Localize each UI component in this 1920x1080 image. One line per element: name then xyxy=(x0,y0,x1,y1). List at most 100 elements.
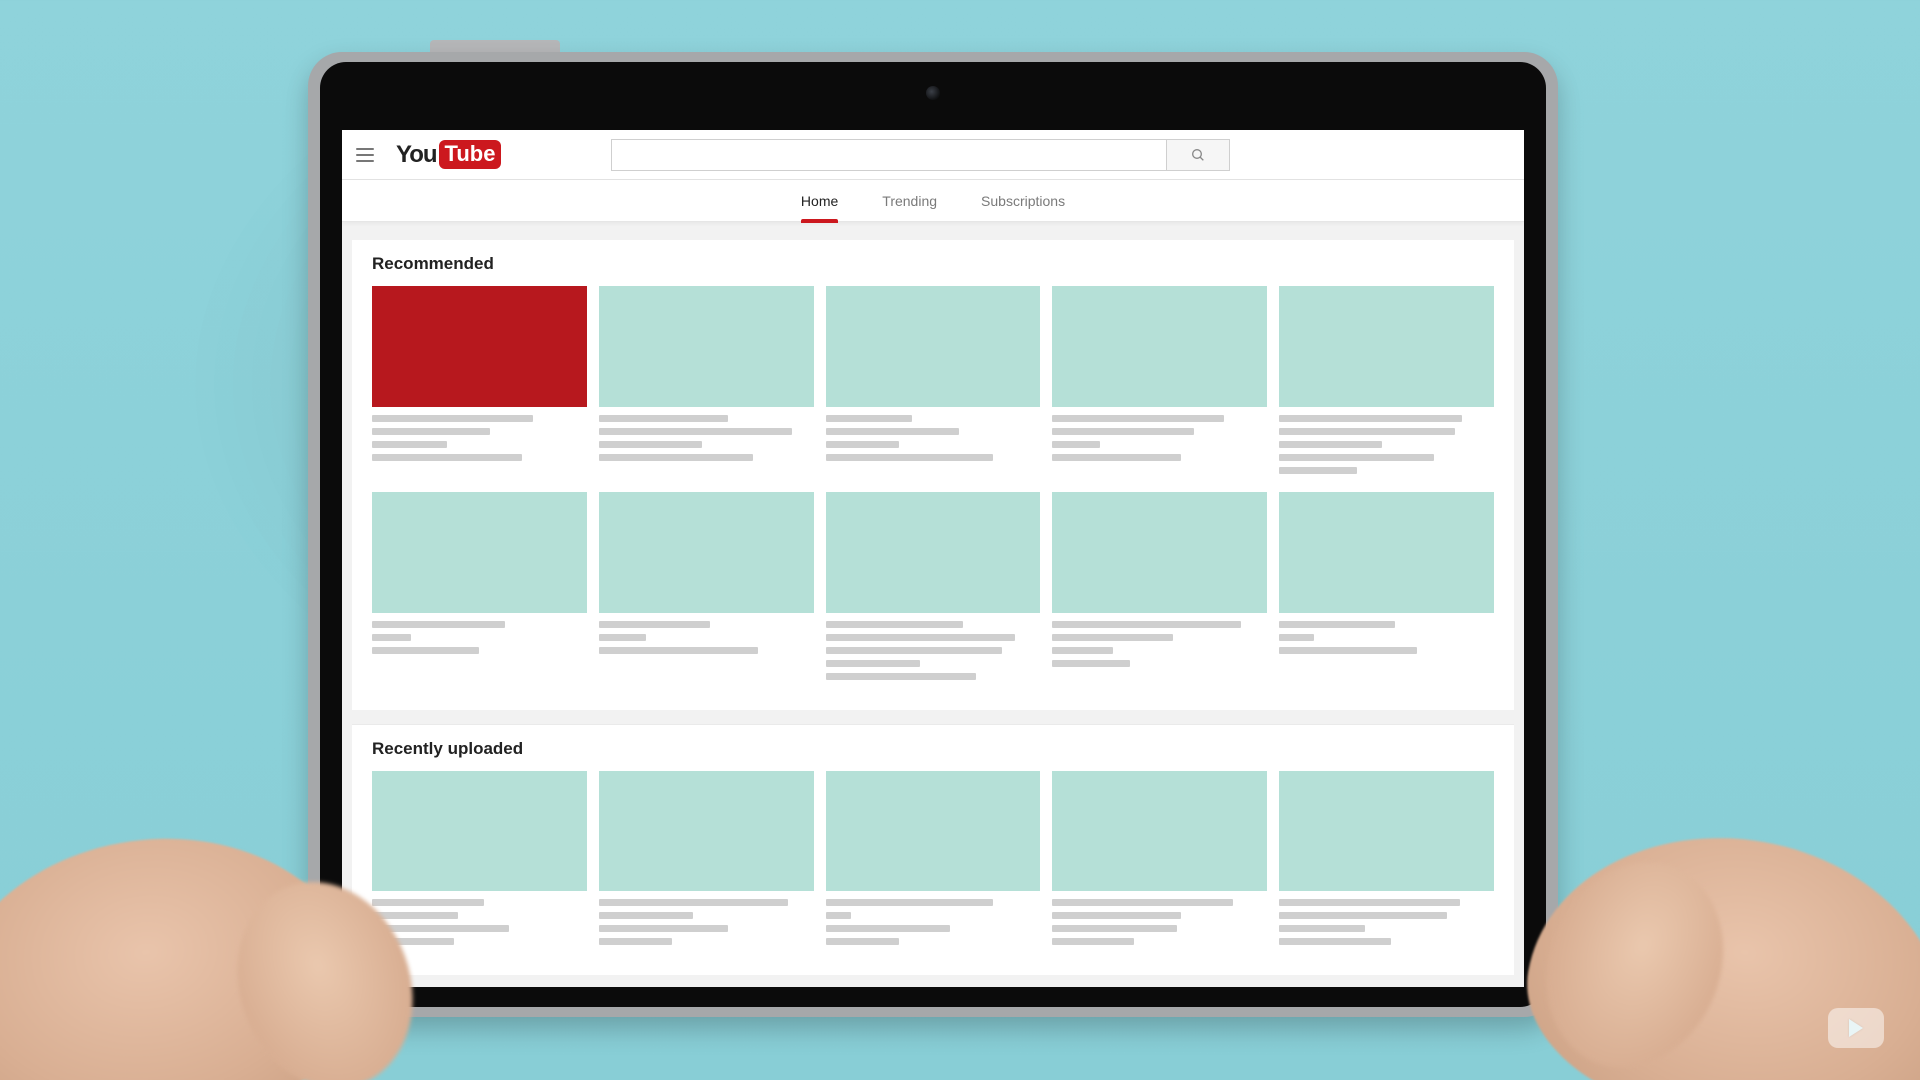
placeholder-line xyxy=(599,634,646,641)
menu-button[interactable] xyxy=(356,143,380,167)
feed[interactable]: Recommended Recently uploaded xyxy=(342,222,1524,987)
play-icon xyxy=(1849,1019,1863,1037)
app-viewport: You Tube Home xyxy=(342,130,1524,987)
tablet-bezel: You Tube Home xyxy=(320,62,1546,1007)
video-card[interactable] xyxy=(1052,492,1267,680)
video-thumbnail[interactable] xyxy=(1279,286,1494,407)
video-card[interactable] xyxy=(372,771,587,946)
video-meta-placeholder xyxy=(1052,415,1267,461)
placeholder-line xyxy=(1052,454,1181,461)
video-card[interactable] xyxy=(826,492,1041,680)
placeholder-line xyxy=(826,441,899,448)
video-thumbnail[interactable] xyxy=(826,771,1041,892)
video-thumbnail[interactable] xyxy=(826,492,1041,613)
search-input[interactable] xyxy=(611,139,1166,171)
logo-you: You xyxy=(396,141,437,169)
video-thumbnail[interactable] xyxy=(1052,771,1267,892)
video-thumbnail[interactable] xyxy=(599,286,814,407)
placeholder-line xyxy=(1279,647,1416,654)
placeholder-line xyxy=(826,938,899,945)
placeholder-line xyxy=(372,647,479,654)
tab-subscriptions[interactable]: Subscriptions xyxy=(981,180,1065,222)
video-thumbnail[interactable] xyxy=(1279,492,1494,613)
placeholder-line xyxy=(1279,938,1391,945)
video-thumbnail[interactable] xyxy=(372,771,587,892)
placeholder-line xyxy=(1052,428,1194,435)
recommended-row-1 xyxy=(372,286,1494,474)
section-recently-uploaded: Recently uploaded xyxy=(352,724,1514,976)
placeholder-line xyxy=(1052,938,1134,945)
youtube-watermark xyxy=(1828,1008,1884,1048)
placeholder-line xyxy=(372,912,458,919)
video-thumbnail[interactable] xyxy=(1279,771,1494,892)
tablet-device: You Tube Home xyxy=(308,52,1558,1017)
video-card[interactable] xyxy=(372,286,587,474)
placeholder-line xyxy=(599,428,792,435)
section-title: Recently uploaded xyxy=(372,739,1494,759)
video-thumbnail[interactable] xyxy=(599,771,814,892)
placeholder-line xyxy=(826,634,1015,641)
placeholder-line xyxy=(1279,467,1356,474)
placeholder-line xyxy=(1052,912,1181,919)
video-meta-placeholder xyxy=(826,621,1041,680)
placeholder-line xyxy=(1279,415,1462,422)
video-card[interactable] xyxy=(826,771,1041,946)
placeholder-line xyxy=(1279,454,1434,461)
video-meta-placeholder xyxy=(1279,415,1494,474)
search-wrap xyxy=(611,139,1230,171)
video-card[interactable] xyxy=(1052,771,1267,946)
search-button[interactable] xyxy=(1166,139,1230,171)
placeholder-line xyxy=(599,899,788,906)
placeholder-line xyxy=(372,415,533,422)
placeholder-line xyxy=(1052,899,1232,906)
video-card[interactable] xyxy=(1052,286,1267,474)
tab-row: Home Trending Subscriptions xyxy=(342,180,1524,222)
video-thumbnail[interactable] xyxy=(1052,492,1267,613)
placeholder-line xyxy=(1279,428,1455,435)
placeholder-line xyxy=(372,454,522,461)
placeholder-line xyxy=(826,925,951,932)
placeholder-line xyxy=(826,428,959,435)
placeholder-line xyxy=(372,621,505,628)
video-card[interactable] xyxy=(826,286,1041,474)
youtube-logo[interactable]: You Tube xyxy=(396,140,501,169)
video-card[interactable] xyxy=(1279,492,1494,680)
video-card[interactable] xyxy=(372,492,587,680)
video-meta-placeholder xyxy=(599,621,814,654)
placeholder-line xyxy=(1279,634,1313,641)
placeholder-line xyxy=(599,912,694,919)
video-card[interactable] xyxy=(599,771,814,946)
tab-home[interactable]: Home xyxy=(801,180,838,222)
placeholder-line xyxy=(372,899,484,906)
video-card[interactable] xyxy=(1279,286,1494,474)
video-thumbnail[interactable] xyxy=(1052,286,1267,407)
placeholder-line xyxy=(1052,647,1112,654)
placeholder-line xyxy=(1052,441,1099,448)
video-meta-placeholder xyxy=(372,899,587,945)
placeholder-line xyxy=(826,454,994,461)
placeholder-line xyxy=(826,673,976,680)
placeholder-line xyxy=(599,647,758,654)
logo-tube: Tube xyxy=(439,140,502,169)
video-card[interactable] xyxy=(599,286,814,474)
video-thumbnail[interactable] xyxy=(372,286,587,407)
video-card[interactable] xyxy=(599,492,814,680)
placeholder-line xyxy=(1052,415,1224,422)
video-meta-placeholder xyxy=(1279,899,1494,945)
video-thumbnail[interactable] xyxy=(599,492,814,613)
video-thumbnail[interactable] xyxy=(826,286,1041,407)
video-meta-placeholder xyxy=(826,415,1041,461)
video-meta-placeholder xyxy=(1052,899,1267,945)
placeholder-line xyxy=(826,660,921,667)
placeholder-line xyxy=(1279,912,1447,919)
tab-trending[interactable]: Trending xyxy=(882,180,937,222)
video-meta-placeholder xyxy=(1052,621,1267,667)
placeholder-line xyxy=(826,647,1002,654)
placeholder-line xyxy=(599,938,672,945)
video-card[interactable] xyxy=(1279,771,1494,946)
video-thumbnail[interactable] xyxy=(372,492,587,613)
placeholder-line xyxy=(1279,925,1365,932)
video-meta-placeholder xyxy=(372,621,587,654)
placeholder-line xyxy=(599,415,728,422)
placeholder-line xyxy=(372,428,490,435)
